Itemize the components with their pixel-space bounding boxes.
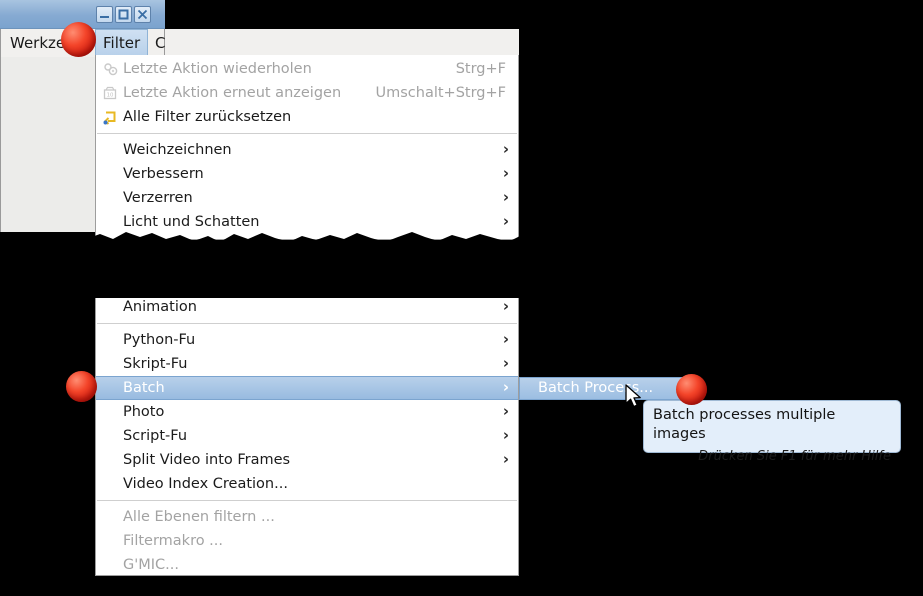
submenu-item-batch-process[interactable]: Batch Process... bbox=[520, 378, 694, 399]
menu-item-filtermakro[interactable]: Filtermakro ... bbox=[96, 529, 518, 553]
chevron-right-icon: › bbox=[502, 140, 509, 158]
menu-item-label: Photo bbox=[123, 404, 165, 420]
menu-item-script-fu[interactable]: Script-Fu › bbox=[96, 424, 518, 448]
tooltip-batch-process: Batch processes multiple images Drücken … bbox=[643, 400, 901, 464]
menu-item-label: Batch bbox=[123, 380, 165, 396]
menu-item-animation[interactable]: Animation › bbox=[96, 295, 518, 319]
chevron-right-icon: › bbox=[502, 378, 509, 396]
menu-item-label: Python-Fu bbox=[123, 332, 196, 348]
torn-mask-left-fill bbox=[0, 240, 95, 596]
tooltip-help-hint: Drücken Sie F1 für mehr Hilfe bbox=[698, 449, 891, 464]
reshow-action-icon: 10 bbox=[102, 85, 118, 101]
menu-item-label: Animation bbox=[123, 299, 197, 315]
menu-item-label: Filtermakro ... bbox=[123, 533, 224, 549]
chevron-right-icon: › bbox=[502, 297, 509, 315]
menu-item-label: Verbessern bbox=[123, 166, 204, 182]
chevron-right-icon: › bbox=[502, 330, 509, 348]
menu-item-label: Script-Fu bbox=[123, 428, 188, 444]
filter-menu-top-panel: Letzte Aktion wiederholen Strg+F 10 Letz… bbox=[95, 55, 519, 240]
menu-item-letzte-aktion-wiederholen[interactable]: Letzte Aktion wiederholen Strg+F bbox=[96, 57, 518, 81]
menu-item-alle-filter-zuruecksetzen[interactable]: Alle Filter zurücksetzen bbox=[96, 105, 518, 129]
maximize-button[interactable] bbox=[115, 6, 132, 23]
menu-item-label: Alle Filter zurücksetzen bbox=[123, 109, 292, 125]
menu-item-alle-ebenen-filtern[interactable]: Alle Ebenen filtern ... bbox=[96, 505, 518, 529]
chevron-right-icon: › bbox=[502, 426, 509, 444]
menu-separator bbox=[97, 323, 517, 324]
menu-item-batch[interactable]: Batch › bbox=[96, 376, 518, 400]
chevron-right-icon: › bbox=[502, 402, 509, 420]
marker-titlebar-sphere bbox=[61, 22, 96, 57]
chevron-right-icon: › bbox=[502, 450, 509, 468]
menu-item-skript-fu[interactable]: Skript-Fu › bbox=[96, 352, 518, 376]
chevron-right-icon: › bbox=[502, 354, 509, 372]
menu-item-label: Verzerren bbox=[123, 190, 193, 206]
menubar-item-filter[interactable]: Filter bbox=[95, 29, 149, 57]
menu-separator bbox=[97, 500, 517, 501]
menu-item-label: Alle Ebenen filtern ... bbox=[123, 509, 275, 525]
torn-mask-menubar-right-fill bbox=[165, 0, 519, 29]
menu-item-label: Letzte Aktion erneut anzeigen bbox=[123, 85, 342, 101]
repeat-action-icon bbox=[102, 61, 118, 77]
menu-item-letzte-aktion-erneut-anzeigen[interactable]: 10 Letzte Aktion erneut anzeigen Umschal… bbox=[96, 81, 518, 105]
chevron-right-icon: › bbox=[502, 164, 509, 182]
menu-item-gmic[interactable]: G'MIC... bbox=[96, 553, 518, 577]
menu-item-label: G'MIC... bbox=[123, 557, 179, 573]
menu-item-label: Letzte Aktion wiederholen bbox=[123, 61, 312, 77]
menu-item-weichzeichnen[interactable]: Weichzeichnen › bbox=[96, 138, 518, 162]
screen-root: Werkzeuge Filter C Letzte Aktion wiederh… bbox=[0, 0, 923, 596]
menubar-item-colors[interactable]: C bbox=[148, 29, 172, 57]
close-button[interactable] bbox=[134, 6, 151, 23]
menu-item-python-fu[interactable]: Python-Fu › bbox=[96, 328, 518, 352]
menu-item-accelerator: Strg+F bbox=[455, 61, 506, 77]
torn-mask-right-fill bbox=[519, 0, 923, 377]
menu-item-label: Video Index Creation... bbox=[123, 476, 288, 492]
menu-item-label: Skript-Fu bbox=[123, 356, 188, 372]
tooltip-main-text: Batch processes multiple images bbox=[653, 407, 836, 442]
menu-item-accelerator: Umschalt+Strg+F bbox=[375, 85, 507, 101]
menu-item-photo[interactable]: Photo › bbox=[96, 400, 518, 424]
marker-batch-process-sphere bbox=[676, 374, 707, 405]
menu-item-label: Split Video into Frames bbox=[123, 452, 291, 468]
menu-item-verbessern[interactable]: Verbessern › bbox=[96, 162, 518, 186]
minimize-button[interactable] bbox=[96, 6, 113, 23]
svg-text:10: 10 bbox=[107, 93, 114, 99]
batch-submenu-panel: Batch Process... bbox=[519, 377, 695, 400]
menu-separator bbox=[97, 133, 517, 134]
marker-batch-item-sphere bbox=[66, 371, 97, 402]
reset-filters-icon bbox=[102, 109, 118, 125]
menu-item-split-video-into-frames[interactable]: Split Video into Frames › bbox=[96, 448, 518, 472]
mouse-cursor bbox=[625, 384, 641, 408]
torn-mask-bottom-fill bbox=[0, 576, 923, 596]
filter-menu-bottom-panel: Web › Animation › Python-Fu › Skript-Fu … bbox=[95, 268, 519, 576]
menu-item-verzerren[interactable]: Verzerren › bbox=[96, 186, 518, 210]
menu-item-video-index-creation[interactable]: Video Index Creation... bbox=[96, 472, 518, 496]
chevron-right-icon: › bbox=[502, 188, 509, 206]
menu-item-label: Weichzeichnen bbox=[123, 142, 232, 158]
